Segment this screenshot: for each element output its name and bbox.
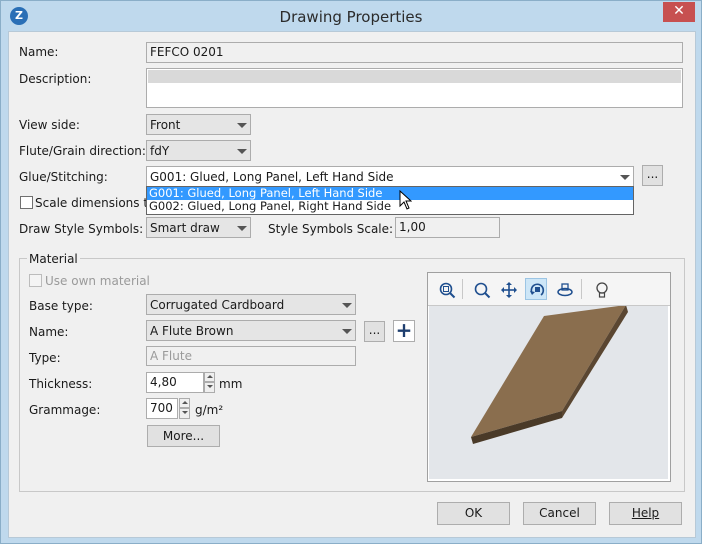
cancel-button[interactable]: Cancel [523, 502, 596, 525]
material-group-title: Material [27, 252, 80, 266]
glue-label: Glue/Stitching: [19, 170, 108, 184]
scale-dimensions-label: Scale dimensions to: [35, 196, 160, 210]
toolbar-separator [462, 279, 463, 299]
ok-button[interactable]: OK [437, 502, 510, 525]
cardboard-sheet-3d [471, 305, 628, 444]
grammage-label: Grammage: [29, 403, 101, 417]
description-label: Description: [19, 72, 92, 86]
glue-browse-button[interactable]: ... [642, 165, 663, 186]
more-button[interactable]: More... [147, 425, 220, 447]
flute-select[interactable]: fdY [146, 140, 251, 161]
style-scale-label: Style Symbols Scale: [268, 222, 394, 236]
name-field[interactable]: FEFCO 0201 [146, 42, 683, 63]
preview-viewport[interactable] [429, 305, 668, 479]
glue-dropdown-list[interactable]: G001: Glued, Long Panel, Left Hand Side … [146, 186, 634, 215]
view-side-select[interactable]: Front [146, 114, 251, 135]
grammage-down-icon[interactable] [179, 408, 190, 419]
chevron-down-icon [337, 295, 355, 314]
toolbar-separator [581, 279, 582, 299]
grammage-up-icon[interactable] [179, 398, 190, 408]
thickness-up-icon[interactable] [204, 372, 215, 382]
chevron-down-icon [232, 141, 250, 160]
base-type-value: Corrugated Cardboard [150, 298, 285, 312]
material-name-label: Name: [29, 325, 69, 339]
help-button[interactable]: Help [609, 502, 682, 525]
chevron-down-icon [337, 321, 355, 340]
add-material-button[interactable]: + [393, 320, 415, 342]
preview-toolbar [428, 273, 670, 306]
material-browse-button[interactable]: ... [364, 321, 385, 342]
grammage-field[interactable]: 700 [146, 398, 178, 419]
base-type-label: Base type: [29, 299, 93, 313]
zoom-icon[interactable] [470, 278, 492, 300]
thickness-field[interactable]: 4,80 [146, 372, 204, 393]
chevron-down-icon [232, 218, 250, 237]
view-side-label: View side: [19, 118, 80, 132]
use-own-material-checkbox[interactable] [29, 274, 42, 287]
light-bulb-icon[interactable] [590, 278, 612, 300]
glue-select[interactable]: G001: Glued, Long Panel, Left Hand Side [146, 166, 634, 187]
close-button[interactable]: ✕ [663, 2, 695, 22]
style-scale-field[interactable]: 1,00 [395, 217, 500, 238]
glue-value: G001: Glued, Long Panel, Left Hand Side [150, 170, 394, 184]
material-name-value: A Flute Brown [150, 324, 234, 338]
glue-option-g002[interactable]: G002: Glued, Long Panel, Right Hand Side [147, 200, 633, 213]
thickness-down-icon[interactable] [204, 382, 215, 393]
rotate-icon[interactable] [525, 278, 547, 300]
draw-style-value: Smart draw [150, 221, 220, 235]
draw-style-label: Draw Style Symbols: [19, 222, 144, 236]
material-name-select[interactable]: A Flute Brown [146, 320, 356, 341]
flute-label: Flute/Grain direction: [19, 144, 146, 158]
mouse-cursor-icon [399, 190, 412, 210]
base-type-select[interactable]: Corrugated Cardboard [146, 294, 356, 315]
orbit-icon[interactable] [553, 278, 575, 300]
type-field[interactable]: A Flute [146, 346, 356, 366]
description-field[interactable] [146, 68, 683, 108]
view-side-value: Front [150, 118, 181, 132]
dialog-title: Drawing Properties [279, 8, 423, 26]
thickness-label: Thickness: [29, 377, 93, 391]
title-bar[interactable]: Z Drawing Properties ✕ [1, 1, 701, 31]
chevron-down-icon [232, 115, 250, 134]
draw-style-select[interactable]: Smart draw [146, 217, 251, 238]
flute-value: fdY [150, 144, 170, 158]
material-preview-panel [427, 272, 671, 482]
chevron-down-icon [615, 167, 633, 186]
thickness-unit: mm [219, 377, 243, 391]
zoom-fit-icon[interactable] [435, 278, 457, 300]
type-label: Type: [29, 351, 61, 365]
description-field-header [148, 70, 681, 83]
scale-dimensions-checkbox[interactable] [20, 196, 33, 209]
pan-icon[interactable] [497, 278, 519, 300]
grammage-unit: g/m² [195, 403, 224, 417]
use-own-material-label: Use own material [45, 274, 150, 288]
name-label: Name: [19, 45, 59, 59]
